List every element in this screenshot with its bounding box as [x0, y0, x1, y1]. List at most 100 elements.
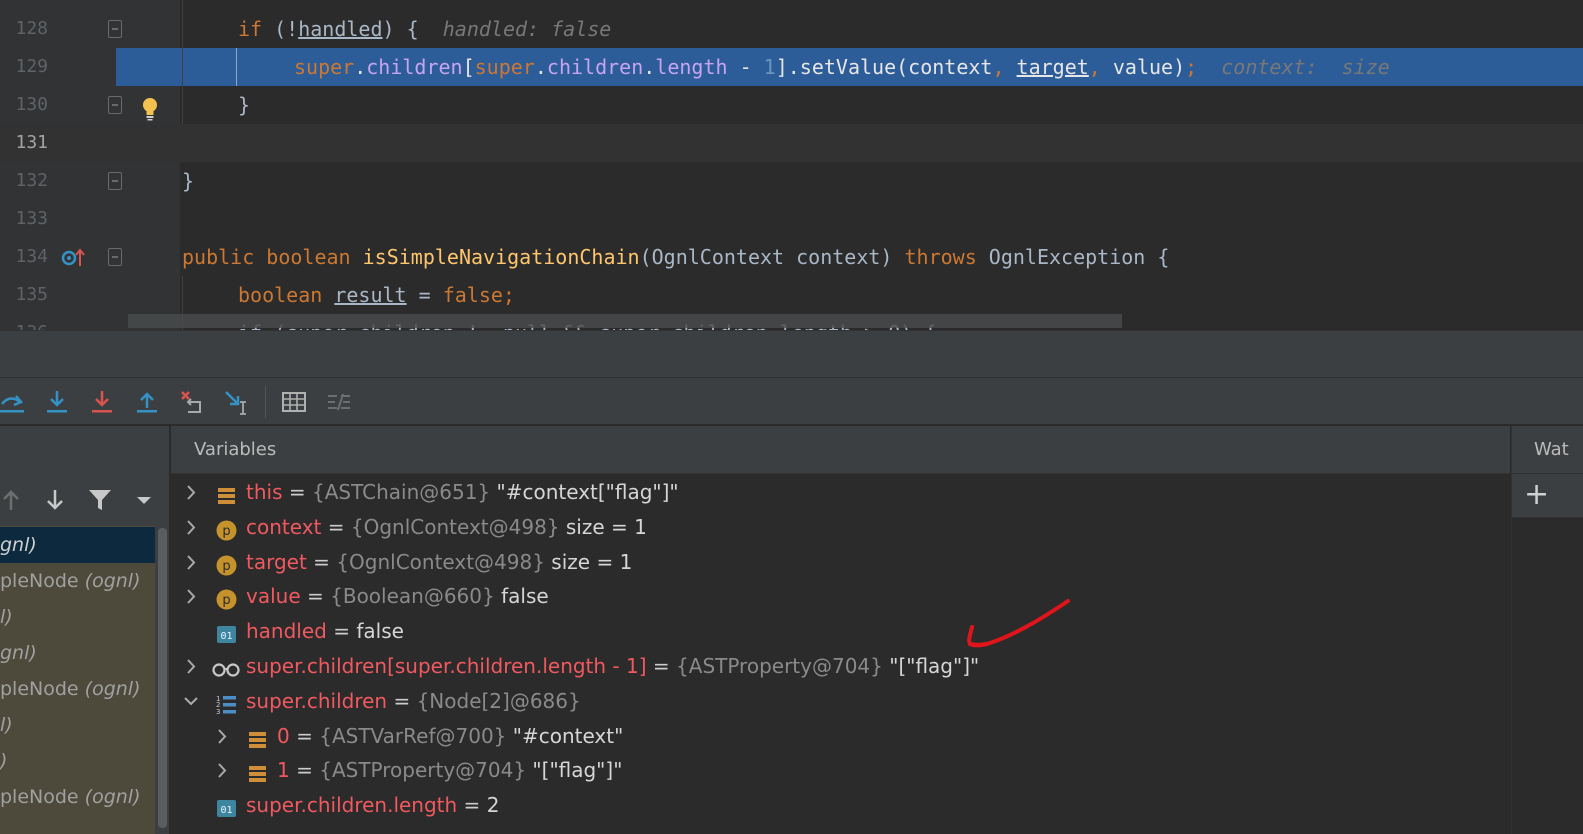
fold-marker-icon[interactable] — [108, 172, 122, 190]
stack-frame-item[interactable]: gnl) — [0, 527, 155, 563]
code-text[interactable]: if (!handled) { handled: false — [238, 10, 611, 48]
chevron-right-icon[interactable] — [214, 719, 230, 754]
stack-frame-item[interactable]: ) — [0, 743, 155, 779]
watches-toolbar: + — [1512, 474, 1583, 518]
code-line[interactable]: 135 boolean result = false; — [0, 276, 1583, 314]
next-frame-icon[interactable] — [43, 486, 67, 514]
primitive-value-icon: 01 — [216, 795, 237, 818]
variable-row[interactable]: 01 super.children.length = 2 — [171, 788, 1510, 823]
variable-equals: = — [387, 688, 417, 713]
code-token: OgnlException { — [988, 245, 1170, 269]
variable-row[interactable]: 1 2 3 super.children = {Node[2]@686} — [171, 684, 1510, 719]
code-line[interactable]: 132} — [0, 162, 1583, 200]
code-line[interactable]: 130} — [0, 86, 1583, 124]
stack-frame-item[interactable]: pleNode (ognl) — [0, 671, 155, 707]
stack-frame-item[interactable]: pleNode (ognl) — [0, 779, 155, 815]
code-token: . — [643, 55, 656, 79]
code-token: . — [354, 55, 367, 79]
code-line[interactable]: 131 — [0, 124, 1583, 162]
chevron-right-icon[interactable] — [183, 649, 199, 684]
chevron-right-icon[interactable] — [183, 579, 199, 614]
chevron-down-icon[interactable] — [183, 684, 199, 719]
stack-frame-item[interactable]: pleNode (ognl) — [0, 563, 155, 599]
variable-equals: = — [282, 480, 312, 504]
frames-list[interactable]: gnl) pleNode (ognl) l) gnl) pleNode (ognl) l)… — [0, 526, 155, 834]
variable-value: 2 — [486, 793, 500, 818]
variable-name: value — [246, 584, 301, 609]
chevron-right-icon[interactable] — [183, 475, 199, 510]
variable-equals: = — [306, 549, 337, 574]
code-text[interactable]: boolean result = false; — [238, 276, 515, 314]
code-line[interactable]: 129 super.children[super.children.length … — [15, 48, 1583, 86]
variable-row[interactable]: 0 = {ASTVarRef@700} "#context" — [171, 719, 1510, 754]
code-token: throws — [904, 245, 989, 269]
drop-frame-icon[interactable] — [178, 388, 206, 416]
code-token: length — [655, 55, 728, 79]
line-number[interactable]: 134 — [0, 238, 48, 276]
variable-row[interactable]: p value = {Boolean@660} false — [171, 579, 1510, 614]
implementing-method-icon[interactable] — [60, 246, 86, 270]
run-to-cursor-icon[interactable] — [223, 388, 251, 416]
intention-bulb-icon[interactable] — [141, 97, 159, 121]
code-text[interactable]: } — [182, 162, 194, 200]
add-watch-icon[interactable]: + — [1524, 478, 1549, 512]
variable-row[interactable]: 1 = {ASTProperty@704} "["flag"]" — [171, 753, 1510, 788]
fold-marker-icon[interactable] — [108, 248, 122, 266]
code-token: context: size — [1197, 55, 1390, 79]
variable-row[interactable]: this = {ASTChain@651} "#context["flag"]" — [171, 475, 1510, 510]
variable-equals: = — [300, 584, 331, 609]
line-number[interactable]: 129 — [0, 48, 48, 86]
variable-row[interactable]: p context = {OgnlContext@498} size = 1 — [171, 510, 1510, 545]
variable-row[interactable]: p target = {OgnlContext@498} size = 1 — [171, 545, 1510, 580]
code-token: result — [334, 283, 407, 307]
variables-panel: Variables this = {ASTChain@651} "#contex… — [171, 426, 1510, 834]
step-into-icon[interactable] — [43, 388, 71, 416]
variable-row[interactable]: 01 handled = false — [171, 614, 1510, 649]
fold-marker-icon[interactable] — [108, 20, 122, 38]
chevron-down-icon[interactable] — [134, 490, 154, 510]
line-number[interactable]: 130 — [0, 86, 48, 124]
fold-marker-icon[interactable] — [108, 96, 122, 114]
stack-frame-method: gnl) — [0, 534, 37, 556]
chevron-right-icon[interactable] — [183, 510, 199, 545]
stack-frame-item[interactable]: l) — [0, 599, 155, 635]
variable-value: "#context["flag"]" — [490, 480, 679, 504]
variable-row[interactable]: super.children[super.children.length - 1… — [171, 649, 1510, 684]
code-text[interactable]: } — [238, 86, 250, 124]
filter-icon[interactable] — [86, 486, 114, 514]
step-out-icon[interactable] — [133, 388, 161, 416]
frames-scrollbar[interactable] — [156, 526, 169, 834]
stack-frame-item[interactable]: gnl) — [0, 635, 155, 671]
trace-stream-icon[interactable] — [325, 388, 353, 416]
variable-type: {ASTVarRef@700} — [319, 723, 507, 748]
evaluate-expression-icon[interactable] — [280, 388, 308, 416]
previous-frame-icon[interactable] — [0, 486, 24, 514]
line-number[interactable]: 135 — [0, 276, 48, 314]
variable-name: super.children[super.children.length - 1… — [246, 654, 647, 678]
code-token: = — [406, 283, 443, 307]
code-text[interactable]: public boolean isSimpleNavigationChain(O… — [182, 238, 1169, 276]
code-text[interactable]: super.children[super.children.length - 1… — [294, 48, 1390, 86]
line-number[interactable]: 133 — [0, 200, 48, 238]
step-over-icon[interactable] — [0, 388, 28, 416]
line-number[interactable]: 132 — [0, 162, 48, 200]
scrollbar-thumb[interactable] — [158, 528, 167, 828]
code-editor[interactable]: 128 if (!handled) { handled: false 129 supe… — [0, 0, 1583, 330]
line-number[interactable]: 128 — [0, 10, 48, 48]
code-token: ; — [1185, 55, 1198, 79]
chevron-right-icon[interactable] — [214, 753, 230, 788]
force-step-into-icon[interactable] — [88, 388, 116, 416]
line-number[interactable]: 131 — [0, 124, 48, 162]
code-line[interactable]: 128 if (!handled) { handled: false — [0, 10, 1583, 48]
line-number[interactable]: 136 — [0, 314, 48, 330]
svg-text:3: 3 — [216, 708, 220, 715]
indent-guide — [182, 0, 183, 124]
chevron-right-icon[interactable] — [183, 545, 199, 580]
code-token: children — [546, 55, 644, 79]
variable-equals: = — [326, 619, 357, 644]
code-line[interactable]: 133 — [0, 200, 1583, 238]
watches-panel: Wat + — [1511, 426, 1583, 834]
code-line[interactable]: 134 public boolean isSimpleNavigationChai… — [0, 238, 1583, 276]
stack-frame-item[interactable]: l) — [0, 707, 155, 743]
editor-horizontal-scrollbar[interactable] — [128, 314, 1122, 328]
